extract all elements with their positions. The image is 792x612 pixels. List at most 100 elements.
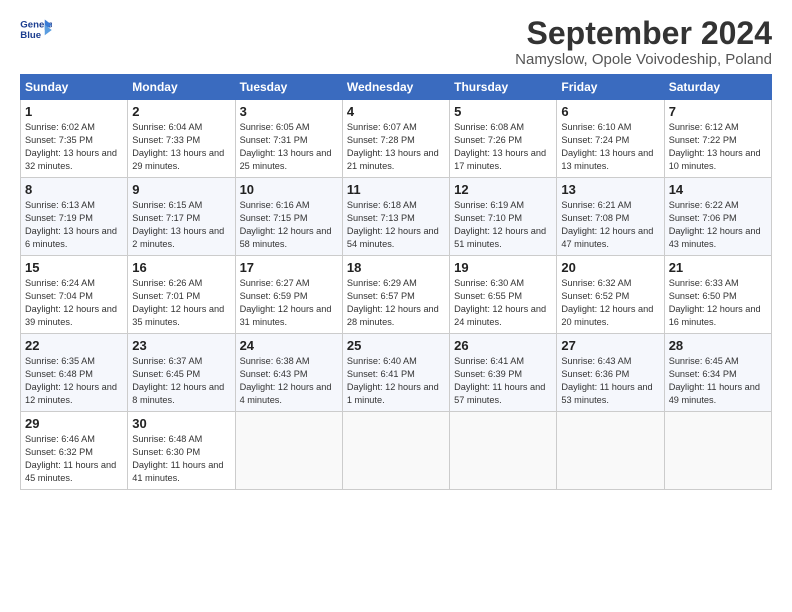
page: General Blue September 2024 Namyslow, Op… (0, 0, 792, 612)
logo-icon: General Blue (20, 16, 52, 44)
day-info: Sunrise: 6:07 AM Sunset: 7:28 PM Dayligh… (347, 121, 445, 173)
calendar-cell: 12Sunrise: 6:19 AM Sunset: 7:10 PM Dayli… (450, 178, 557, 256)
day-number: 28 (669, 338, 767, 353)
weekday-header-sunday: Sunday (21, 75, 128, 100)
calendar-cell: 21Sunrise: 6:33 AM Sunset: 6:50 PM Dayli… (664, 256, 771, 334)
day-info: Sunrise: 6:29 AM Sunset: 6:57 PM Dayligh… (347, 277, 445, 329)
day-info: Sunrise: 6:24 AM Sunset: 7:04 PM Dayligh… (25, 277, 123, 329)
calendar-cell: 11 Sunrise: 6:18 AM Sunset: 7:13 PM Dayli… (342, 178, 449, 256)
calendar-cell: 9 Sunrise: 6:15 AM Sunset: 7:17 PM Daylig… (128, 178, 235, 256)
calendar-cell: 26 Sunrise: 6:41 AM Sunset: 6:39 PM Dayli… (450, 334, 557, 412)
weekday-header-thursday: Thursday (450, 75, 557, 100)
logo: General Blue (20, 16, 52, 44)
calendar-cell (235, 412, 342, 490)
location-title: Namyslow, Opole Voivodeship, Poland (515, 51, 772, 68)
day-number: 22 (25, 338, 123, 353)
day-number: 6 (561, 104, 659, 119)
calendar-cell: 13 Sunrise: 6:21 AM Sunset: 7:08 PM Dayli… (557, 178, 664, 256)
day-number: 4 (347, 104, 445, 119)
calendar-cell: 22 Sunrise: 6:35 AM Sunset: 6:48 PM Dayli… (21, 334, 128, 412)
calendar-cell: 29 Sunrise: 6:46 AM Sunset: 6:32 PM Dayli… (21, 412, 128, 490)
calendar-cell (342, 412, 449, 490)
weekday-header-friday: Friday (557, 75, 664, 100)
day-info: Sunrise: 6:35 AM Sunset: 6:48 PM Dayligh… (25, 355, 123, 407)
day-info: Sunrise: 6:08 AM Sunset: 7:26 PM Dayligh… (454, 121, 552, 173)
day-info: Sunrise: 6:15 AM Sunset: 7:17 PM Dayligh… (132, 199, 230, 251)
calendar-cell: 18Sunrise: 6:29 AM Sunset: 6:57 PM Dayli… (342, 256, 449, 334)
week-row-4: 22 Sunrise: 6:35 AM Sunset: 6:48 PM Dayli… (21, 334, 772, 412)
day-number: 30 (132, 416, 230, 431)
weekday-header-wednesday: Wednesday (342, 75, 449, 100)
day-info: Sunrise: 6:30 AM Sunset: 6:55 PM Dayligh… (454, 277, 552, 329)
day-info: Sunrise: 6:48 AM Sunset: 6:30 PM Dayligh… (132, 433, 230, 485)
day-info: Sunrise: 6:33 AM Sunset: 6:50 PM Dayligh… (669, 277, 767, 329)
calendar-cell: 24Sunrise: 6:38 AM Sunset: 6:43 PM Dayli… (235, 334, 342, 412)
calendar-table: SundayMondayTuesdayWednesdayThursdayFrid… (20, 74, 772, 490)
day-number: 15 (25, 260, 123, 275)
calendar-cell: 2 Sunrise: 6:04 AM Sunset: 7:33 PM Daylig… (128, 100, 235, 178)
calendar-cell: 16 Sunrise: 6:26 AM Sunset: 7:01 PM Dayli… (128, 256, 235, 334)
week-row-2: 8 Sunrise: 6:13 AM Sunset: 7:19 PM Daylig… (21, 178, 772, 256)
day-number: 16 (132, 260, 230, 275)
day-number: 29 (25, 416, 123, 431)
day-info: Sunrise: 6:05 AM Sunset: 7:31 PM Dayligh… (240, 121, 338, 173)
calendar-cell: 5 Sunrise: 6:08 AM Sunset: 7:26 PM Daylig… (450, 100, 557, 178)
day-info: Sunrise: 6:04 AM Sunset: 7:33 PM Dayligh… (132, 121, 230, 173)
header: General Blue September 2024 Namyslow, Op… (20, 16, 772, 68)
title-block: September 2024 Namyslow, Opole Voivodesh… (515, 16, 772, 68)
day-number: 10 (240, 182, 338, 197)
day-info: Sunrise: 6:32 AM Sunset: 6:52 PM Dayligh… (561, 277, 659, 329)
calendar-cell (557, 412, 664, 490)
calendar-cell: 17 Sunrise: 6:27 AM Sunset: 6:59 PM Dayli… (235, 256, 342, 334)
calendar-cell: 19 Sunrise: 6:30 AM Sunset: 6:55 PM Dayli… (450, 256, 557, 334)
day-number: 11 (347, 182, 445, 197)
day-number: 5 (454, 104, 552, 119)
calendar-cell: 15 Sunrise: 6:24 AM Sunset: 7:04 PM Dayli… (21, 256, 128, 334)
day-info: Sunrise: 6:45 AM Sunset: 6:34 PM Dayligh… (669, 355, 767, 407)
day-number: 7 (669, 104, 767, 119)
week-row-5: 29 Sunrise: 6:46 AM Sunset: 6:32 PM Dayli… (21, 412, 772, 490)
day-info: Sunrise: 6:40 AM Sunset: 6:41 PM Dayligh… (347, 355, 445, 407)
week-row-3: 15 Sunrise: 6:24 AM Sunset: 7:04 PM Dayli… (21, 256, 772, 334)
calendar-cell: 23Sunrise: 6:37 AM Sunset: 6:45 PM Dayli… (128, 334, 235, 412)
day-info: Sunrise: 6:46 AM Sunset: 6:32 PM Dayligh… (25, 433, 123, 485)
day-number: 13 (561, 182, 659, 197)
day-info: Sunrise: 6:18 AM Sunset: 7:13 PM Dayligh… (347, 199, 445, 251)
week-row-1: 1Sunrise: 6:02 AM Sunset: 7:35 PM Daylig… (21, 100, 772, 178)
day-info: Sunrise: 6:12 AM Sunset: 7:22 PM Dayligh… (669, 121, 767, 173)
calendar-cell: 27 Sunrise: 6:43 AM Sunset: 6:36 PM Dayli… (557, 334, 664, 412)
day-number: 17 (240, 260, 338, 275)
day-info: Sunrise: 6:37 AM Sunset: 6:45 PM Dayligh… (132, 355, 230, 407)
day-number: 8 (25, 182, 123, 197)
day-number: 26 (454, 338, 552, 353)
weekday-header-monday: Monday (128, 75, 235, 100)
day-number: 9 (132, 182, 230, 197)
day-info: Sunrise: 6:26 AM Sunset: 7:01 PM Dayligh… (132, 277, 230, 329)
day-info: Sunrise: 6:27 AM Sunset: 6:59 PM Dayligh… (240, 277, 338, 329)
calendar-cell: 28 Sunrise: 6:45 AM Sunset: 6:34 PM Dayli… (664, 334, 771, 412)
calendar-cell: 20Sunrise: 6:32 AM Sunset: 6:52 PM Dayli… (557, 256, 664, 334)
day-info: Sunrise: 6:21 AM Sunset: 7:08 PM Dayligh… (561, 199, 659, 251)
day-number: 25 (347, 338, 445, 353)
day-number: 14 (669, 182, 767, 197)
calendar-cell: 25 Sunrise: 6:40 AM Sunset: 6:41 PM Dayli… (342, 334, 449, 412)
day-number: 2 (132, 104, 230, 119)
day-info: Sunrise: 6:10 AM Sunset: 7:24 PM Dayligh… (561, 121, 659, 173)
day-info: Sunrise: 6:13 AM Sunset: 7:19 PM Dayligh… (25, 199, 123, 251)
calendar-cell: 7 Sunrise: 6:12 AM Sunset: 7:22 PM Daylig… (664, 100, 771, 178)
day-number: 19 (454, 260, 552, 275)
month-title: September 2024 (515, 16, 772, 51)
day-info: Sunrise: 6:22 AM Sunset: 7:06 PM Dayligh… (669, 199, 767, 251)
day-number: 27 (561, 338, 659, 353)
day-number: 3 (240, 104, 338, 119)
day-info: Sunrise: 6:41 AM Sunset: 6:39 PM Dayligh… (454, 355, 552, 407)
day-info: Sunrise: 6:43 AM Sunset: 6:36 PM Dayligh… (561, 355, 659, 407)
calendar-cell: 4 Sunrise: 6:07 AM Sunset: 7:28 PM Daylig… (342, 100, 449, 178)
svg-text:Blue: Blue (20, 30, 41, 41)
calendar-cell: 6 Sunrise: 6:10 AM Sunset: 7:24 PM Daylig… (557, 100, 664, 178)
calendar-cell: 30 Sunrise: 6:48 AM Sunset: 6:30 PM Dayli… (128, 412, 235, 490)
day-number: 12 (454, 182, 552, 197)
calendar-cell: 8 Sunrise: 6:13 AM Sunset: 7:19 PM Daylig… (21, 178, 128, 256)
calendar-cell: 14 Sunrise: 6:22 AM Sunset: 7:06 PM Dayli… (664, 178, 771, 256)
calendar-cell: 10Sunrise: 6:16 AM Sunset: 7:15 PM Dayli… (235, 178, 342, 256)
